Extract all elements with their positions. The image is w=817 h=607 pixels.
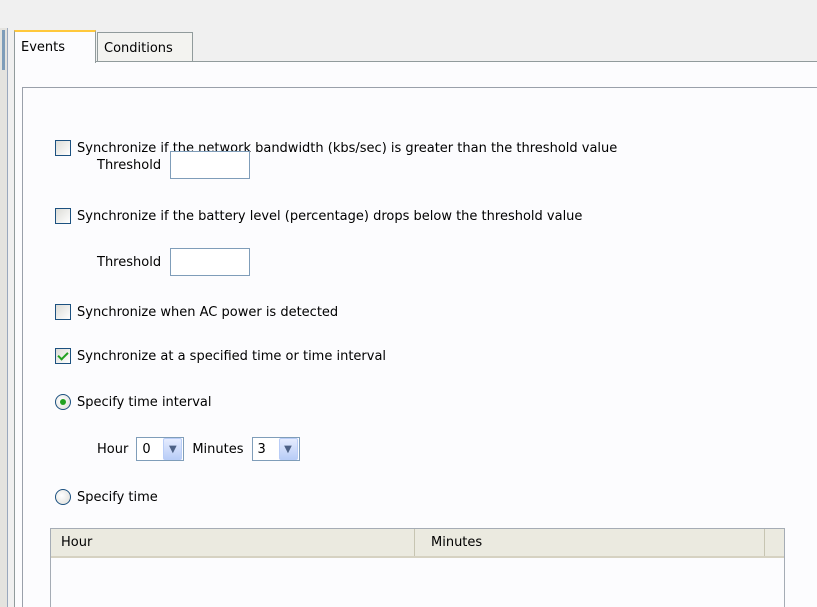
scheduled-label: Synchronize at a specified time or time …	[77, 348, 387, 364]
battery-threshold-label: Threshold	[97, 254, 162, 270]
battery-checkbox[interactable]	[55, 208, 71, 224]
bandwidth-threshold-label: Threshold	[97, 157, 162, 173]
interval-radio[interactable]	[55, 394, 71, 410]
time-radio[interactable]	[55, 489, 71, 505]
minutes-label: Minutes	[192, 441, 244, 457]
bandwidth-threshold-row: Threshold	[97, 151, 251, 179]
chevron-down-icon[interactable]: ▼	[163, 438, 183, 460]
hour-label: Hour	[97, 441, 129, 457]
time-label: Specify time	[77, 489, 158, 505]
time-table-header: Hour Minutes	[51, 529, 784, 558]
time-table: Hour Minutes	[50, 528, 785, 607]
chevron-down-icon[interactable]: ▼	[278, 438, 298, 460]
ac-power-option[interactable]: Synchronize when AC power is detected	[55, 304, 338, 320]
ac-power-label: Synchronize when AC power is detected	[77, 304, 339, 320]
tab-events[interactable]: Events	[14, 30, 96, 63]
battery-threshold-input[interactable]	[170, 248, 251, 276]
interval-controls-row: Hour 0 ▼ Minutes 3 ▼	[97, 436, 308, 462]
ac-power-checkbox[interactable]	[55, 304, 71, 320]
interval-label: Specify time interval	[77, 394, 212, 410]
splitter-handle[interactable]	[2, 30, 5, 70]
left-panel-edge	[0, 28, 8, 607]
bandwidth-threshold-input[interactable]	[170, 151, 251, 179]
scheduled-option[interactable]: Synchronize at a specified time or time …	[55, 348, 386, 364]
tab-events-label: Events	[21, 40, 66, 55]
time-option[interactable]: Specify time	[55, 489, 158, 505]
battery-label: Synchronize if the battery level (percen…	[77, 208, 583, 224]
interval-option[interactable]: Specify time interval	[55, 394, 212, 410]
column-header-hour[interactable]: Hour	[51, 529, 415, 556]
tab-conditions-label: Conditions	[104, 41, 173, 56]
tab-conditions[interactable]: Conditions	[97, 32, 193, 61]
battery-threshold-row: Threshold	[97, 248, 251, 276]
minutes-select-value: 3	[257, 441, 266, 457]
scheduled-checkbox[interactable]	[55, 348, 71, 364]
minutes-select[interactable]: 3 ▼	[251, 437, 300, 461]
hour-select-value: 0	[142, 441, 151, 457]
hour-select[interactable]: 0 ▼	[136, 437, 185, 461]
bandwidth-checkbox[interactable]	[55, 140, 71, 156]
column-header-minutes[interactable]: Minutes	[415, 529, 765, 556]
battery-option[interactable]: Synchronize if the battery level (percen…	[55, 208, 582, 224]
